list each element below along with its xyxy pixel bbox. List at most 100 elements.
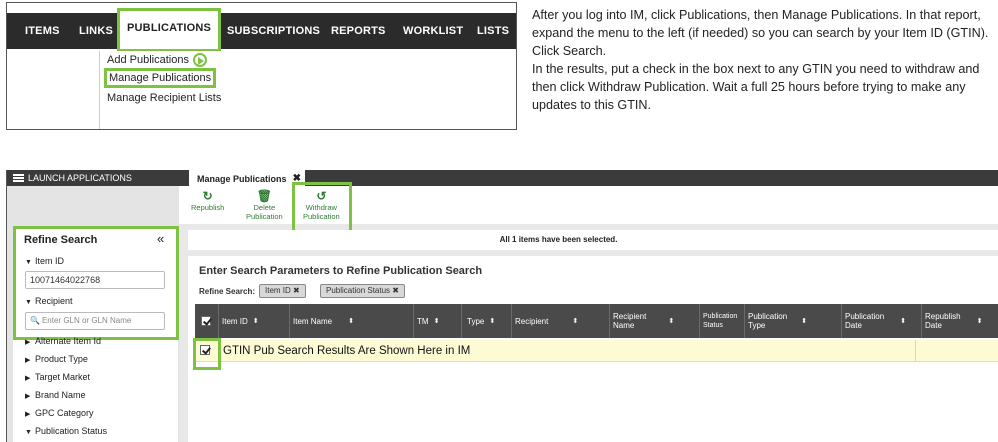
menu-items[interactable]: ITEMS (25, 13, 60, 49)
refine-search-chips-label: Refine Search: (199, 287, 256, 296)
sort-icon: ⬍ (668, 317, 675, 325)
column-divider (609, 304, 610, 338)
sort-icon: ⬍ (348, 317, 354, 325)
col-label-line1: Publication (845, 312, 885, 321)
republish-label: Republish (191, 203, 225, 212)
sort-icon: ⬍ (433, 317, 440, 325)
checkbox-icon (201, 316, 211, 326)
facet-recipient-label: Recipient (35, 296, 73, 306)
facet-item-id-label: Item ID (35, 256, 65, 266)
launch-applications-button[interactable]: LAUNCH APPLICATIONS (13, 170, 132, 186)
delete-publication-button[interactable]: 🗑 Delete Publication (246, 189, 283, 222)
facet-recipient[interactable]: ▼ Recipient (25, 296, 73, 306)
menu-lists[interactable]: LISTS (477, 13, 509, 49)
column-divider (461, 304, 462, 338)
column-divider (915, 340, 916, 362)
delete-label-line1: Delete (253, 203, 276, 212)
menu-publications[interactable]: PUBLICATIONS (117, 8, 222, 52)
top-bar: LAUNCH APPLICATIONS (7, 170, 998, 186)
chip-publication-status[interactable]: Publication Status ✖ (320, 284, 405, 298)
col-label: Publication Type (748, 312, 787, 330)
facet-label: Brand Name (35, 390, 86, 400)
column-divider (841, 304, 842, 338)
sort-icon: ⬍ (801, 317, 808, 325)
menu-screenshot: ITEMS LINKS SUBSCRIPTIONS REPORTS WORKLI… (6, 2, 517, 130)
facet-gpc-category[interactable]: ▶ GPC Category (25, 408, 94, 418)
caret-right-icon: ▶ (25, 375, 31, 382)
col-label-line2: Status (703, 322, 723, 329)
delete-label-line2: Publication (246, 212, 283, 221)
recipient-search-input[interactable]: 🔍 Enter GLN or GLN Name (25, 312, 165, 330)
add-publications-label: Add Publications (107, 53, 189, 66)
col-tm[interactable]: TM ⬍ (417, 304, 439, 338)
col-label: Republish Date (925, 312, 961, 330)
select-all-checkbox[interactable] (201, 304, 211, 338)
withdraw-highlight-box (292, 182, 352, 233)
hamburger-icon (13, 174, 24, 182)
refresh-icon: ↻ (202, 189, 213, 203)
col-type[interactable]: Type ⬍ (467, 304, 495, 338)
main-menu-bar: ITEMS LINKS SUBSCRIPTIONS REPORTS WORKLI… (7, 13, 516, 49)
facet-target-market[interactable]: ▶ Target Market (25, 372, 90, 382)
facet-item-id[interactable]: ▼ Item ID (25, 256, 64, 266)
facet-publication-status[interactable]: ▼ Publication Status (25, 426, 107, 436)
facet-label: Publication Status (35, 426, 108, 436)
col-publication-status[interactable]: Publication Status (703, 304, 737, 338)
col-label: Recipient Name (613, 312, 646, 330)
menu-subscriptions[interactable]: SUBSCRIPTIONS (227, 13, 320, 49)
col-publication-type[interactable]: Publication Type ⬍ (748, 304, 807, 338)
sort-icon: ⬍ (489, 317, 496, 325)
selection-status-bar: All 1 items have been selected. (188, 230, 998, 250)
republish-button[interactable]: ↻ Republish (191, 189, 225, 213)
caret-right-icon: ▶ (25, 339, 31, 346)
chip-label: Publication Status (326, 286, 391, 295)
col-label: Item ID (222, 316, 248, 326)
chip-item-id[interactable]: Item ID ✖ (259, 284, 306, 298)
facet-label: Product Type (35, 354, 88, 364)
menu-links[interactable]: LINKS (79, 13, 113, 49)
trash-icon: 🗑 (256, 189, 272, 203)
column-divider (218, 304, 219, 338)
col-label: Publication Status (703, 312, 737, 330)
facet-label: GPC Category (35, 408, 94, 418)
publications-dropdown: Add Publications Manage Publications Man… (99, 51, 244, 129)
col-label-line2: Type (748, 321, 766, 330)
dropdown-add-publications[interactable]: Add Publications (107, 53, 207, 67)
menu-worklist[interactable]: WORKLIST (403, 13, 463, 49)
col-republish-date[interactable]: Republish Date ⬍ (925, 304, 982, 338)
col-label-line2: Name (613, 321, 635, 330)
facet-alternate-item-id[interactable]: ▶ Alternate Item Id (25, 336, 101, 346)
dropdown-manage-publications[interactable]: Manage Publications (104, 68, 217, 88)
menu-reports[interactable]: REPORTS (331, 13, 386, 49)
col-recipient[interactable]: Recipient ⬍ (515, 304, 578, 338)
results-grid-header: Item ID ⬍ Item Name ⬍ TM ⬍ Type ⬍ Recipient ⬍… (195, 304, 998, 338)
col-publication-date[interactable]: Publication Date ⬍ (845, 304, 906, 338)
refine-search-title: Refine Search (24, 234, 98, 246)
collapse-icon[interactable]: « (157, 231, 164, 246)
close-icon[interactable]: ✖ (293, 286, 300, 295)
item-id-input[interactable]: 10071464022768 (25, 271, 165, 289)
col-item-id[interactable]: Item ID ⬍ (222, 304, 259, 338)
col-item-name[interactable]: Item Name ⬍ (293, 304, 354, 338)
col-recipient-name[interactable]: Recipient Name ⬍ (613, 304, 674, 338)
search-icon: 🔍 (30, 316, 40, 325)
params-title: Enter Search Parameters to Refine Public… (199, 265, 483, 277)
instructions-paragraph-1: After you log into IM, click Publication… (532, 8, 989, 58)
launch-applications-label: LAUNCH APPLICATIONS (28, 173, 132, 183)
facet-brand-name[interactable]: ▶ Brand Name (25, 390, 86, 400)
col-label-line1: Publication (748, 312, 788, 321)
instructions-paragraph-2: In the results, put a check in the box n… (532, 62, 980, 112)
col-label: Publication Date (845, 312, 884, 330)
recipient-placeholder: Enter GLN or GLN Name (41, 316, 132, 325)
col-label: TM (417, 316, 429, 326)
dropdown-manage-recipient-lists[interactable]: Manage Recipient Lists (107, 92, 221, 104)
col-label: Type (467, 316, 485, 326)
close-icon[interactable]: ✖ (392, 286, 399, 295)
caret-right-icon: ▶ (25, 411, 31, 418)
row-result-text: GTIN Pub Search Results Are Shown Here i… (223, 345, 471, 357)
col-label-line1: Recipient (613, 312, 647, 321)
app-screenshot: LAUNCH APPLICATIONS Manage Publications … (6, 170, 998, 442)
col-label: Recipient (515, 316, 549, 326)
facet-product-type[interactable]: ▶ Product Type (25, 354, 88, 364)
tab-manage-publications[interactable]: Manage Publications ✖ (189, 170, 305, 188)
